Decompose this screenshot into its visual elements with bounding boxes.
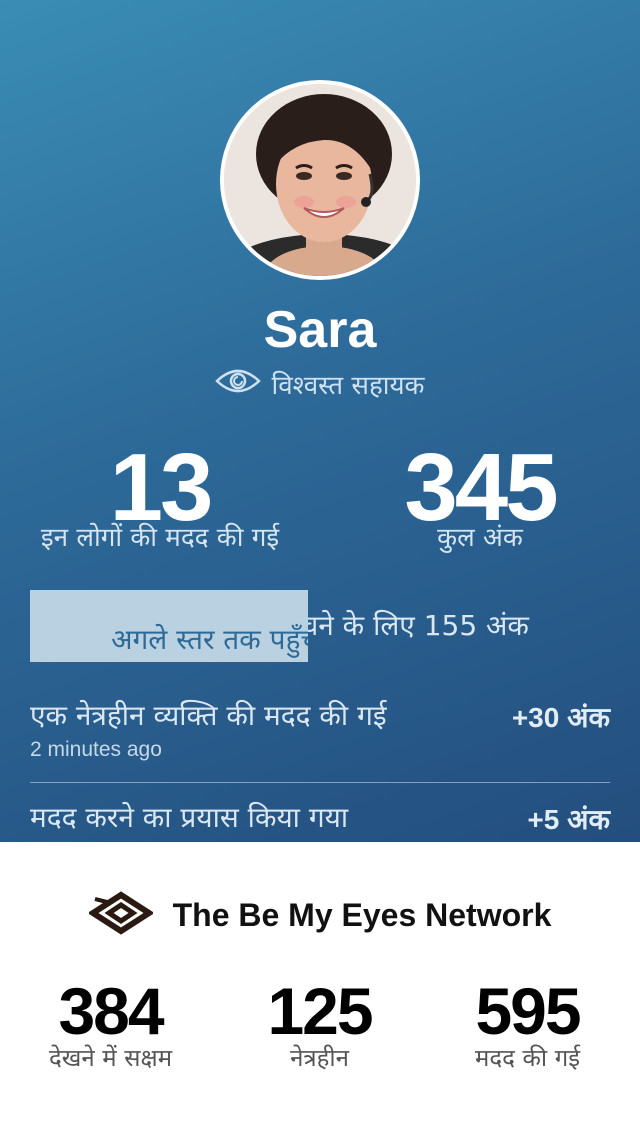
network-stat-label: देखने में सक्षम [48,1044,173,1072]
role-badge: विश्वस्त सहायक [0,366,640,402]
network-header: The Be My Eyes Network [0,890,640,940]
level-progress-text-highlight: अगले स्तर तक पहुँचने के लिए 155 अंक [111,623,308,656]
activity-item[interactable]: एक नेत्रहीन व्यक्ति की मदद की गई +30 अंक… [30,698,610,770]
role-label: विश्वस्त सहायक [271,371,425,401]
avatar [220,80,420,280]
avatar-photo [224,84,416,276]
network-stat-label: मदद की गई [474,1044,581,1072]
profile-panel: Sara विश्वस्त सहायक 13 इन लोगों की मदद क… [0,0,640,842]
network-panel: The Be My Eyes Network 384 देखने में सक्… [0,842,640,1136]
helped-label: इन लोगों की मदद की गई [40,523,280,553]
activity-points: +30 अंक [511,702,610,733]
level-progress: अगले स्तर तक पहुँचने के लिए 155 अंक अगले… [30,590,610,662]
network-stat-value: 384 [58,974,164,1048]
eye-icon [215,367,262,402]
activity-title: एक नेत्रहीन व्यक्ति की मदद की गई [30,699,387,732]
divider [30,782,610,783]
network-stat-value: 125 [267,974,373,1048]
activity-time: 2 minutes ago [30,738,162,761]
be-my-eyes-logo-icon [87,891,155,939]
activity-points: +5 अंक [527,804,610,835]
activity-title: मदद करने का प्रयास किया गया [30,801,349,834]
network-stat-sighted: 384 देखने में सक्षम [4,976,217,1074]
activity-item[interactable]: मदद करने का प्रयास किया गया +5 अंक [30,800,610,840]
network-stat-blind: 125 नेत्रहीन [213,976,426,1074]
points-label: कुल अंक [437,523,523,553]
profile-name: Sara [263,301,377,359]
network-title: The Be My Eyes Network [172,896,552,933]
network-stat-label: नेत्रहीन [290,1044,349,1072]
network-stat-value: 595 [475,974,581,1048]
network-stat-helped: 595 मदद की गई [421,976,634,1074]
